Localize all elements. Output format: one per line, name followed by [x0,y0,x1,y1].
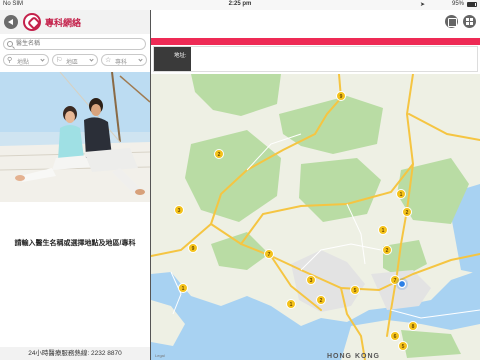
clinic-marker[interactable]: 9 [188,243,198,253]
clinic-marker[interactable]: 1 [396,189,406,199]
clock: 2:25 pm [228,1,252,7]
clinic-marker-count: 2 [218,152,221,158]
battery-icon [467,2,477,7]
clinic-marker-count: 1 [182,286,185,292]
clinic-marker-count: 9 [340,94,343,100]
grid-view-button[interactable] [463,15,476,28]
chevron-down-icon [138,57,143,62]
clinic-marker[interactable]: 1 [378,225,388,235]
clinic-marker[interactable]: 3 [306,275,316,285]
clinic-marker-count: 8 [412,324,415,330]
clinic-marker-count: 6 [394,334,397,340]
page-title: 專科網絡 [45,18,82,28]
clinic-marker[interactable]: 2 [402,207,412,217]
clinic-marker[interactable]: 8 [408,321,418,331]
clinic-marker-count: 7 [268,252,271,258]
clinic-marker-count: 3 [178,208,181,214]
clinic-marker[interactable]: 2 [214,149,224,159]
app-logo-icon [23,13,41,31]
clinic-marker[interactable]: 2 [316,295,326,305]
clinic-marker-count: 1 [382,228,385,234]
filter-specialty-dropdown[interactable]: ☆ 專科 [101,54,147,66]
clinic-marker[interactable]: 5 [398,341,408,351]
clinic-marker-count: 2 [386,248,389,254]
banner-photo [0,72,150,202]
nav-bar: 專科網絡 [0,10,150,34]
clinic-marker[interactable]: 1 [286,299,296,309]
tag-icon: ⚐ [56,57,63,64]
clinic-marker-count: 2 [320,298,323,304]
filter-district-label: 地區 [66,60,79,66]
clinic-marker-count: 1 [290,302,293,308]
clinic-marker[interactable]: 2 [382,245,392,255]
star-icon: ☆ [105,57,112,64]
filter-specialty-label: 專科 [115,60,128,66]
clinic-marker[interactable]: 1 [178,283,188,293]
clinic-map[interactable]: 921239171253721865 HONG KONG Legal [151,74,480,360]
legal-link[interactable]: Legal [155,353,165,358]
map-canvas[interactable]: 921239171253 721865 HONG KONG Legal [151,74,480,360]
clinic-marker-count: 5 [354,288,357,294]
address-label: 地址: [154,47,191,71]
doctor-search-field[interactable] [3,38,146,50]
location-services-icon: ➤ [420,2,426,8]
search-panel: 專科網絡 ⚲ 地點 ⚐ 地區 ☆ 專科 [0,10,150,360]
clinic-marker-count: 2 [406,210,409,216]
search-input[interactable] [16,39,144,49]
clinic-marker-count: 1 [400,192,403,198]
map-pin-icon: ⚲ [7,57,13,64]
back-button[interactable] [4,15,18,29]
address-box: 地址: [153,46,478,72]
clinic-marker-count: 9 [192,246,195,252]
current-location-dot [397,279,407,289]
detail-accent-bar [151,38,480,45]
filter-district-dropdown[interactable]: ⚐ 地區 [52,54,98,66]
hotline-footer[interactable]: 24小時醫療服務熱線: 2232 8870 [0,347,150,360]
clinic-marker-count: 3 [310,278,313,284]
city-label: HONG KONG [327,353,380,360]
filter-location-dropdown[interactable]: ⚲ 地點 [3,54,49,66]
filter-location-label: 地點 [17,60,30,66]
clinic-marker[interactable]: 6 [390,331,400,341]
chevron-down-icon [40,57,45,62]
search-instruction: 請輸入醫生名稱或選擇地點及地區/專科 [14,240,136,247]
clinic-marker[interactable]: 5 [350,285,360,295]
list-view-button[interactable] [445,15,458,28]
map-panel: 地址: 9 2 1 2 3 9 1 7 1 2 5 3 7 2 1 8 6 5 … [151,10,480,360]
clinic-marker[interactable]: 7 [264,249,274,259]
status-bar: No SIM 2:25 pm ➤ 95% [0,0,480,10]
clinic-marker[interactable]: 3 [174,205,184,215]
chevron-down-icon [89,57,94,62]
clinic-marker-count: 5 [402,344,405,350]
battery-percent: 95% [452,1,465,7]
search-icon [7,41,13,47]
clinic-marker[interactable]: 9 [336,91,346,101]
